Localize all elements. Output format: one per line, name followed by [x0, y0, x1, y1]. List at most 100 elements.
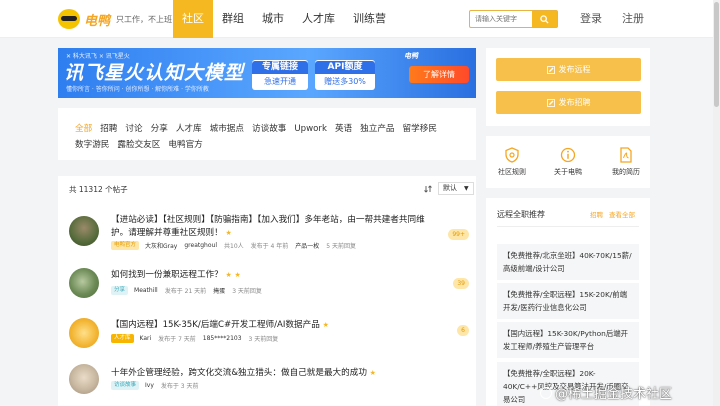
brand-slogan: 只工作，不上班 — [116, 14, 173, 24]
post-hiring-label: 发布招聘 — [558, 98, 591, 107]
post-title[interactable]: 【进站必读】【社区规则】【防骗指南】【加入我们】多年老站，由一帮共建者共同维护。… — [111, 214, 431, 240]
tag-recruit[interactable]: 招聘 — [100, 121, 117, 137]
post-last-replier[interactable]: 掩蛋 — [213, 286, 225, 295]
job-item[interactable]: 【免费推荐/全职远程】15K-20K/前端开发/医药行业信息化公司 — [497, 283, 639, 319]
avatar[interactable] — [69, 318, 99, 348]
avatar[interactable] — [69, 216, 99, 246]
duck-logo-icon — [58, 9, 80, 29]
watermark: @稀土掘金技术社区 — [540, 383, 672, 402]
tag-immigration[interactable]: 留学移民 — [403, 121, 437, 137]
divider — [497, 226, 639, 227]
tag-interview[interactable]: 访谈故事 — [252, 121, 286, 137]
nav-groups[interactable]: 群组 — [213, 0, 253, 38]
banner-box-link: 专属链接 急速开通 — [252, 60, 308, 90]
post-badge[interactable]: 访谈故事 — [111, 381, 140, 390]
tag-discuss[interactable]: 讨论 — [125, 121, 142, 137]
post-reply-time: 3 天前回复 — [248, 336, 279, 343]
search-button[interactable] — [532, 11, 557, 27]
post-item[interactable]: 十年外企管理经验，跨文化交流&独立猎头：做自己就是最大的成功 ★ 访谈故事 Iv… — [69, 362, 469, 406]
post-list: 共 11312 个帖子 默认 ▼ 【进站必读】【社区规则】【防骗指南】【加入我们】… — [58, 176, 476, 406]
site-logo[interactable]: 电鸭 只工作，不上班 — [58, 8, 172, 30]
post-item[interactable]: 如何找到一份兼职远程工作？ ★ ★ 分享 Meathill 发布于 21 天前 … — [69, 266, 469, 310]
avatar[interactable] — [69, 268, 99, 298]
banner-subtitle: 懂你所言 · 答你所问 · 创你所想 · 解你所难 · 学你所教 — [66, 86, 209, 93]
chevron-down-icon: ▼ — [464, 185, 469, 192]
post-badge[interactable]: 人才库 — [111, 334, 134, 343]
post-reply-time: 5 天前回复 — [326, 243, 357, 250]
tag-social[interactable]: 露脸交友区 — [117, 137, 160, 153]
tag-indie[interactable]: 独立产品 — [360, 121, 394, 137]
scrollbar-thumb[interactable] — [714, 2, 719, 107]
post-remote-label: 发布远程 — [558, 65, 591, 74]
nav-training-camp[interactable]: 训练营 — [344, 0, 395, 38]
banner-box-title: 专属链接 — [252, 61, 308, 74]
tag-english[interactable]: 英语 — [335, 121, 352, 137]
sort-value: 默认 — [443, 184, 457, 192]
banner-cta-button[interactable]: 了解详情 — [409, 66, 469, 83]
search-box — [469, 10, 558, 28]
page-scrollbar[interactable] — [713, 0, 720, 406]
quick-link-label: 关于电鸭 — [554, 168, 582, 176]
rec-link-hiring[interactable]: 招聘 — [590, 211, 603, 219]
tag-all[interactable]: 全部 — [75, 121, 92, 137]
post-badge[interactable]: 分享 — [111, 286, 129, 295]
tag-city[interactable]: 城市据点 — [210, 121, 244, 137]
avatar[interactable] — [69, 364, 99, 394]
job-recommendations: 远程全职推荐 招聘 查看全部 【免费推荐/北京坐班】40K-70K/15薪/高级前… — [486, 198, 650, 406]
search-input[interactable] — [470, 11, 532, 27]
watermark-text: @稀土掘金技术社区 — [555, 387, 673, 402]
wechat-icon — [540, 387, 552, 399]
post-item[interactable]: 【进站必读】【社区规则】【防骗指南】【加入我们】多年老站，由一帮共建者共同维护。… — [69, 214, 469, 258]
post-badge[interactable]: 电鸭官方 — [111, 241, 140, 250]
register-link[interactable]: 注册 — [622, 0, 644, 38]
post-last-replier[interactable]: 185****2103 — [203, 335, 242, 342]
quick-link-about[interactable]: 关于电鸭 — [548, 147, 588, 177]
nav-community[interactable]: 社区 — [173, 0, 213, 38]
reply-count: 6 — [457, 325, 469, 336]
post-people: 共10人 — [224, 243, 244, 250]
nav-cities[interactable]: 城市 — [253, 0, 293, 38]
post-author[interactable]: 大灰和Gray — [145, 241, 177, 250]
post-title[interactable]: 如何找到一份兼职远程工作？ ★ ★ — [111, 269, 431, 282]
post-title-text: 【国内远程】15K-35K/后端C#开发工程师/AI数据产品 — [111, 320, 320, 330]
banner-box-sub: 赠送多30% — [324, 77, 366, 86]
rec-links: 招聘 查看全部 — [590, 209, 635, 219]
post-time: 发布于 21 天前 — [164, 288, 207, 295]
post-title[interactable]: 十年外企管理经验，跨文化交流&独立猎头：做自己就是最大的成功 ★ — [111, 367, 431, 380]
star-icon: ★ — [225, 229, 232, 237]
quick-links: 社区规则 关于电鸭 我的简历 — [486, 136, 650, 188]
quick-link-label: 我的简历 — [612, 168, 640, 176]
tag-nomad[interactable]: 数字游民 — [75, 137, 109, 153]
post-author[interactable]: Ivy — [145, 382, 154, 389]
job-item[interactable]: 【国内远程】15K-30K/Python后端开发工程师/养殖生产管理平台 — [497, 322, 639, 358]
job-item[interactable]: 【免费推荐/北京坐班】40K-70K/15薪/高级前端/设计公司 — [497, 244, 639, 280]
reply-count: 39 — [453, 278, 469, 289]
post-item[interactable]: 【国内远程】15K-35K/后端C#开发工程师/AI数据产品 ★ 人才库 Kar… — [69, 316, 469, 360]
post-count: 共 11312 个帖子 — [69, 185, 128, 194]
top-header: 电鸭 只工作，不上班 社区 群组 城市 人才库 训练营 登录 注册 — [0, 0, 720, 38]
post-remote-button[interactable]: 发布远程 — [496, 58, 641, 81]
rec-title: 远程全职推荐 — [497, 210, 545, 219]
nav-talent-pool[interactable]: 人才库 — [293, 0, 344, 38]
tag-share[interactable]: 分享 — [151, 121, 168, 137]
post-title[interactable]: 【国内远程】15K-35K/后端C#开发工程师/AI数据产品 ★ — [111, 319, 431, 332]
tag-upwork[interactable]: Upwork — [294, 121, 327, 137]
sort-select[interactable]: 默认 ▼ — [438, 182, 474, 195]
post-author[interactable]: Kari — [140, 335, 152, 342]
rec-link-all[interactable]: 查看全部 — [609, 211, 635, 219]
post-last-replier[interactable]: 产品一枚 — [295, 241, 319, 250]
post-title-text: 如何找到一份兼职远程工作？ — [111, 270, 223, 280]
tag-talent[interactable]: 人才库 — [176, 121, 202, 137]
banner-box-title: API额度 — [315, 61, 375, 74]
login-link[interactable]: 登录 — [580, 0, 602, 38]
post-coauthor[interactable]: greatghoul — [184, 242, 217, 249]
tag-official[interactable]: 电鸭官方 — [168, 137, 202, 153]
edit-icon — [546, 65, 555, 74]
post-meta: 电鸭官方 大灰和Gray greatghoul 共10人 发布于 4 年前 产品… — [111, 241, 363, 250]
ad-banner[interactable]: ✕ 科大讯飞 × 讯飞星火 讯飞星火认知大模型 懂你所言 · 答你所问 · 创你… — [58, 48, 476, 98]
quick-link-rules[interactable]: 社区规则 — [492, 147, 532, 177]
star-icon: ★ — [234, 271, 241, 279]
post-hiring-button[interactable]: 发布招聘 — [496, 91, 641, 114]
quick-link-resume[interactable]: 我的简历 — [606, 147, 646, 177]
post-author[interactable]: Meathill — [134, 287, 158, 294]
